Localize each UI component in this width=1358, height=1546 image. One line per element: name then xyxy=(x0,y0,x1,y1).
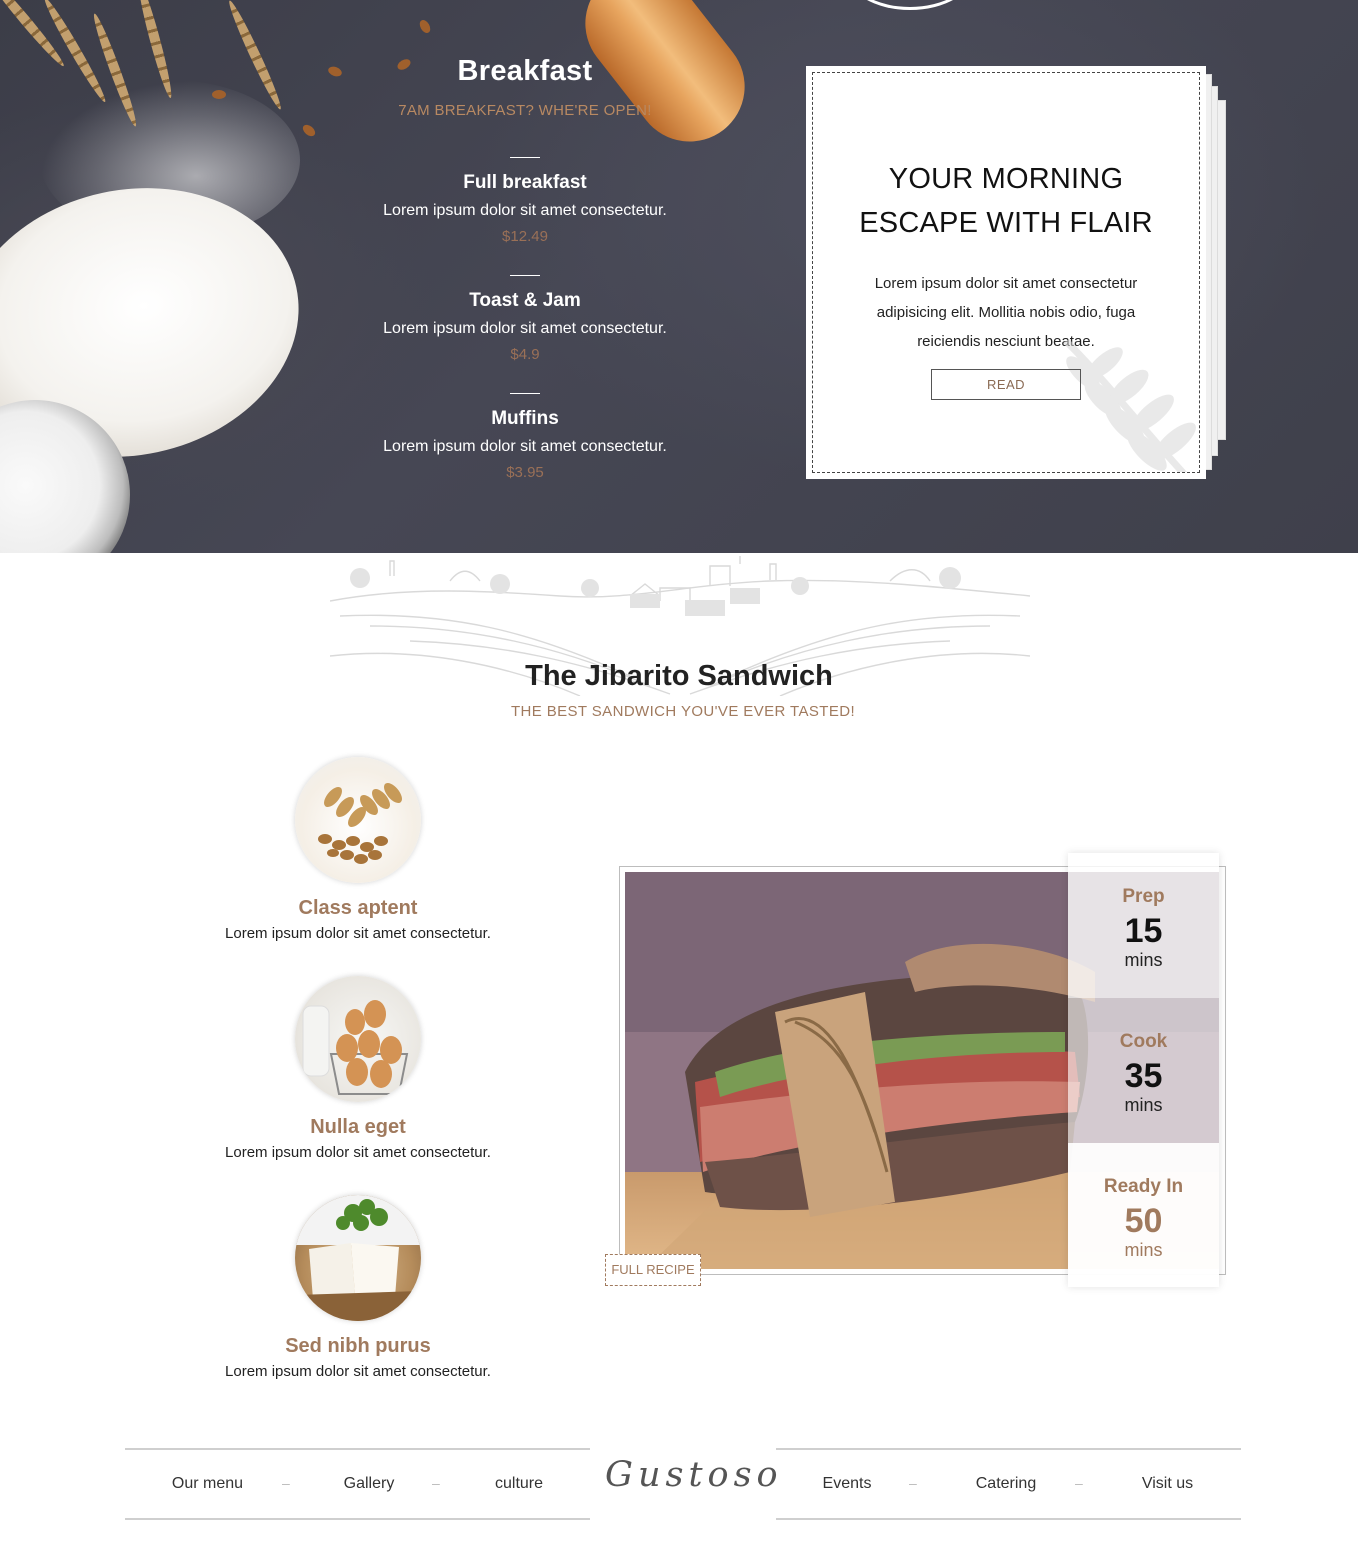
feature-name: Nulla eget xyxy=(310,1116,406,1138)
wheat-grain-icon xyxy=(318,783,402,864)
eggs-photo xyxy=(295,976,421,1102)
feature-description: Lorem ipsum dolor sit amet consectetur. xyxy=(225,1363,491,1380)
menu-item-price: $12.49 xyxy=(502,228,548,245)
full-recipe-button[interactable]: FULL RECIPE xyxy=(605,1254,701,1286)
nav-divider-bottom-left xyxy=(125,1518,590,1520)
feature-description: Lorem ipsum dolor sit amet consectetur. xyxy=(225,925,491,942)
menu-item-price: $4.9 xyxy=(510,346,540,363)
nav-divider-top-left xyxy=(125,1448,590,1450)
eggs-icon xyxy=(302,1000,409,1095)
ready-in-time: Ready In 50 mins xyxy=(1068,1143,1219,1287)
cheese-photo xyxy=(295,1195,421,1321)
nav-separator: – xyxy=(909,1475,917,1491)
recipe-subtitle: THE BEST SANDWICH YOU'VE EVER TASTED! xyxy=(510,703,856,720)
nav-link-catering[interactable]: Catering xyxy=(963,1475,1049,1493)
cheese-icon xyxy=(295,1195,421,1321)
time-unit: mins xyxy=(1124,1095,1163,1115)
gustoso-logo[interactable]: Gustoso xyxy=(605,1455,778,1510)
divider xyxy=(510,275,540,276)
breakfast-hero: Breakfast 7AM BREAKFAST? WHE'RE OPEN! Fu… xyxy=(0,0,1358,553)
seed-decoration xyxy=(300,122,318,139)
feature-name: Sed nibh purus xyxy=(285,1335,431,1357)
nav-link-our-menu[interactable]: Our menu xyxy=(160,1475,255,1493)
nav-link-culture[interactable]: culture xyxy=(485,1475,553,1493)
menu-item-price: $3.95 xyxy=(506,464,544,481)
cook-time: Cook 35 mins xyxy=(1068,998,1219,1143)
breakfast-menu: Breakfast 7AM BREAKFAST? WHE'RE OPEN! Fu… xyxy=(360,55,690,481)
menu-item-description: Lorem ipsum dolor sit amet consectetur. xyxy=(383,202,667,219)
promo-card-border: YOUR MORNING ESCAPE WITH FLAIR Lorem ips… xyxy=(812,72,1200,473)
feature-description: Lorem ipsum dolor sit amet consectetur. xyxy=(225,1144,491,1161)
recipe-title: The Jibarito Sandwich xyxy=(525,660,833,692)
nav-divider-bottom-right xyxy=(776,1518,1241,1520)
divider xyxy=(510,157,540,158)
nav-link-gallery[interactable]: Gallery xyxy=(330,1475,408,1493)
time-value: 15 xyxy=(1124,912,1163,950)
seed-decoration xyxy=(326,64,344,79)
feature-name: Class aptent xyxy=(298,897,418,919)
promo-card: YOUR MORNING ESCAPE WITH FLAIR Lorem ips… xyxy=(806,66,1206,479)
wheat-stalk-image xyxy=(0,0,68,70)
menu-item-name: Toast & Jam xyxy=(469,290,581,311)
prep-time: Prep 15 mins xyxy=(1068,853,1219,998)
time-label: Prep xyxy=(1122,886,1165,907)
divider xyxy=(510,393,540,394)
feature-item: Sed nibh purus Lorem ipsum dolor sit ame… xyxy=(158,1195,558,1380)
menu-item: Full breakfast Lorem ipsum dolor sit ame… xyxy=(360,157,690,245)
menu-item-name: Full breakfast xyxy=(463,172,587,193)
time-label: Cook xyxy=(1119,1031,1168,1052)
plate-edge-image xyxy=(845,0,975,10)
menu-subtitle: 7AM BREAKFAST? WHE'RE OPEN! xyxy=(398,102,652,119)
time-unit: mins xyxy=(1124,950,1163,970)
feature-item: Nulla eget Lorem ipsum dolor sit amet co… xyxy=(158,976,558,1161)
menu-title: Breakfast xyxy=(457,55,593,87)
read-button[interactable]: READ xyxy=(931,369,1081,400)
promo-card-title: YOUR MORNING ESCAPE WITH FLAIR xyxy=(813,157,1199,245)
wheat-watermark-icon xyxy=(1063,339,1196,472)
menu-item: Muffins Lorem ipsum dolor sit amet conse… xyxy=(360,393,690,481)
menu-item-description: Lorem ipsum dolor sit amet consectetur. xyxy=(383,438,667,455)
seed-decoration xyxy=(417,18,433,35)
time-unit: mins xyxy=(1124,1240,1163,1260)
promo-title-line: YOUR MORNING xyxy=(888,163,1124,195)
wheat-grain-photo xyxy=(295,757,421,883)
nav-separator: – xyxy=(1075,1475,1083,1491)
time-label: Ready In xyxy=(1103,1176,1184,1197)
recipe-times-panel: Prep 15 mins Cook 35 mins Ready In 50 mi… xyxy=(1068,853,1219,1287)
seed-decoration xyxy=(212,90,226,99)
promo-title-line: ESCAPE WITH FLAIR xyxy=(859,207,1153,239)
menu-item-name: Muffins xyxy=(491,408,559,429)
nav-link-visit-us[interactable]: Visit us xyxy=(1130,1475,1205,1493)
nav-divider-top-right xyxy=(776,1448,1241,1450)
time-value: 50 xyxy=(1124,1202,1163,1240)
nav-separator: – xyxy=(282,1475,290,1491)
menu-item: Toast & Jam Lorem ipsum dolor sit amet c… xyxy=(360,275,690,363)
time-value: 35 xyxy=(1124,1057,1163,1095)
menu-item-description: Lorem ipsum dolor sit amet consectetur. xyxy=(383,320,667,337)
nav-separator: – xyxy=(432,1475,440,1491)
nav-link-events[interactable]: Events xyxy=(812,1475,882,1493)
feature-item: Class aptent Lorem ipsum dolor sit amet … xyxy=(158,757,558,942)
